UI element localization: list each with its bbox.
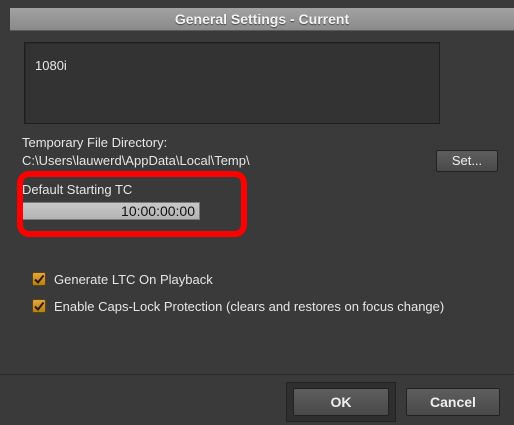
generate-ltc-label: Generate LTC On Playback	[54, 272, 213, 287]
generate-ltc-checkbox[interactable]	[32, 272, 46, 286]
caps-lock-protection-checkbox[interactable]	[32, 299, 46, 313]
dialog-title: General Settings - Current	[174, 11, 350, 27]
checkmark-icon	[34, 274, 45, 285]
temp-dir-label: Temporary File Directory:	[22, 135, 168, 150]
format-value: 1080i	[35, 58, 67, 73]
general-settings-dialog: General Settings - Current 1080i Tempora…	[0, 0, 514, 425]
caps-lock-protection-label: Enable Caps-Lock Protection (clears and …	[54, 299, 445, 314]
temp-dir-path: C:\Users\lauwerd\AppData\Local\Temp\	[22, 153, 250, 168]
cancel-button[interactable]: Cancel	[406, 388, 500, 416]
set-directory-button[interactable]: Set...	[436, 150, 498, 172]
checkmark-icon	[34, 301, 45, 312]
format-list[interactable]: 1080i	[24, 42, 440, 124]
footer-divider	[0, 374, 514, 375]
highlight-annotation	[17, 171, 247, 237]
ok-button[interactable]: OK	[293, 388, 389, 416]
title-bar[interactable]: General Settings - Current	[10, 8, 514, 31]
